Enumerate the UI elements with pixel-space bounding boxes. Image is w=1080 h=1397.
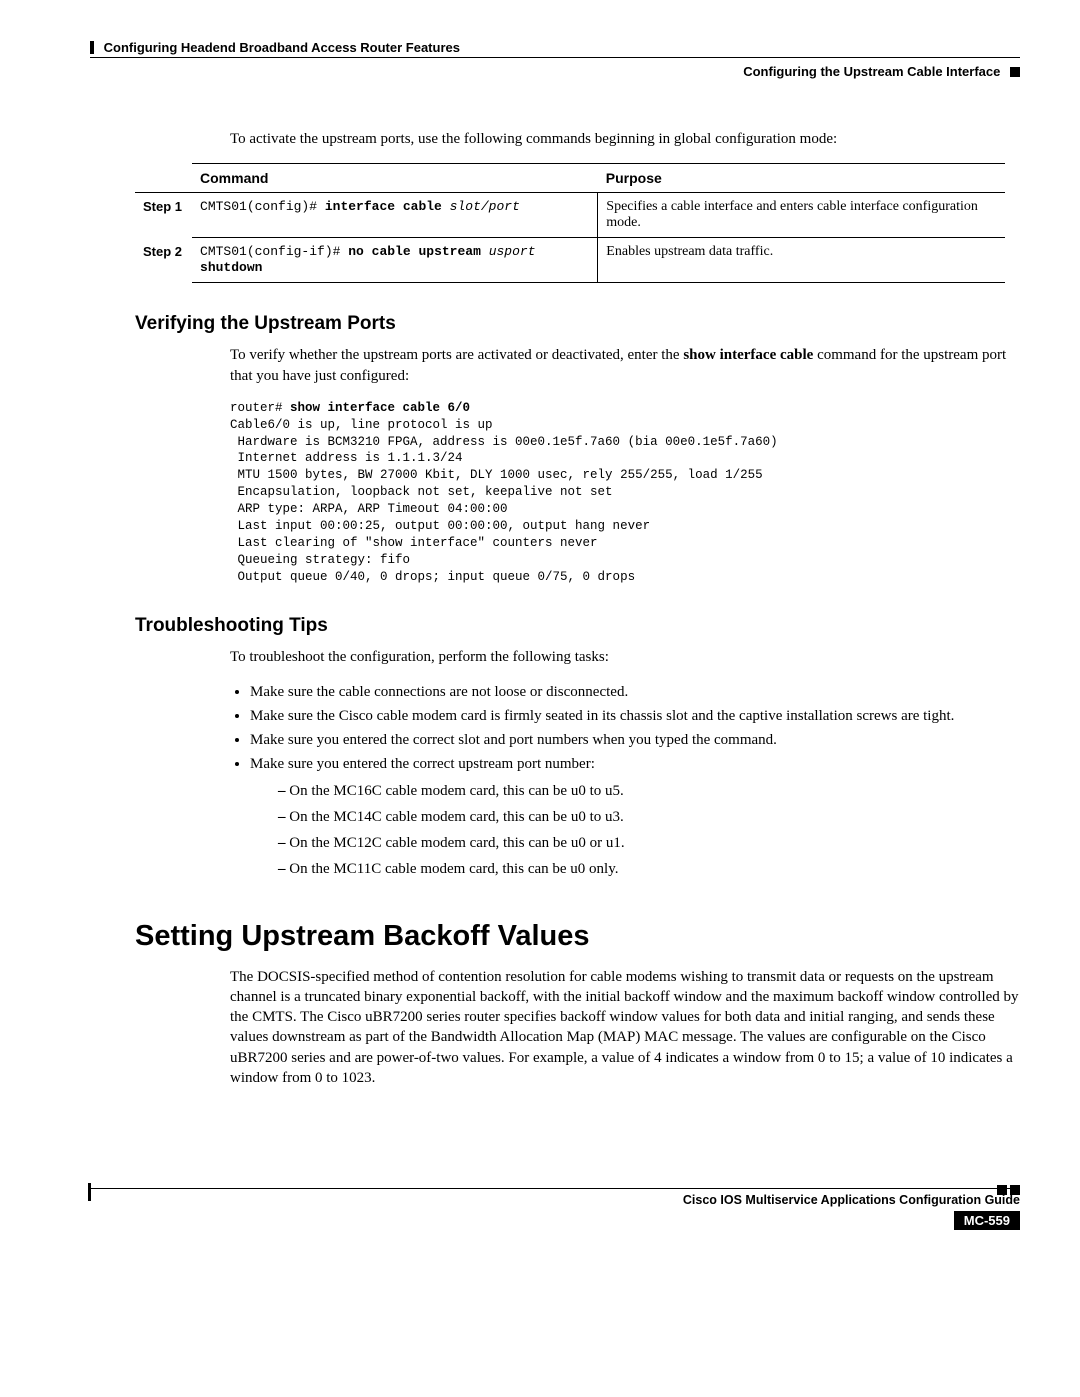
list-item: On the MC16C cable modem card, this can … [278, 781, 1020, 801]
section-troubleshooting: Troubleshooting Tips [135, 615, 1020, 637]
trouble-list: Make sure the cable connections are not … [250, 682, 1020, 880]
sub-list: On the MC16C cable modem card, this can … [278, 781, 1020, 880]
verify-text: To verify whether the upstream ports are… [230, 345, 1020, 386]
table-row: Step 1 CMTS01(config)# interface cable s… [135, 193, 1005, 238]
step-label: Step 2 [135, 238, 192, 283]
table-row: Step 2 CMTS01(config-if)# no cable upstr… [135, 238, 1005, 283]
header-bar: Configuring Headend Broadband Access Rou… [90, 40, 1020, 58]
page-number: MC-559 [954, 1211, 1020, 1230]
step-label: Step 1 [135, 193, 192, 238]
col-purpose: Purpose [598, 164, 1005, 193]
backoff-text: The DOCSIS-specified method of contentio… [230, 967, 1020, 1089]
list-item: On the MC11C cable modem card, this can … [278, 859, 1020, 879]
command-table: Command Purpose Step 1 CMTS01(config)# i… [135, 163, 1005, 283]
cmd-prompt: CMTS01(config-if)# [200, 244, 348, 259]
square-icon [1010, 1185, 1020, 1195]
cmd-cell: CMTS01(config)# interface cable slot/por… [192, 193, 598, 238]
list-item: On the MC12C cable modem card, this can … [278, 833, 1020, 853]
cmd-bold: shutdown [200, 260, 262, 275]
col-command: Command [192, 164, 598, 193]
cmd-bold: no cable upstream [348, 244, 488, 259]
list-item: On the MC14C cable modem card, this can … [278, 807, 1020, 827]
intro-text: To activate the upstream ports, use the … [230, 129, 1020, 149]
section-verifying: Verifying the Upstream Ports [135, 313, 1020, 335]
cmd-bold: interface cable [325, 199, 450, 214]
list-item: Make sure the cable connections are not … [250, 682, 1020, 702]
list-item: Make sure the Cisco cable modem card is … [250, 706, 1020, 726]
header-sub: Configuring the Upstream Cable Interface [90, 64, 1020, 79]
footer: Cisco IOS Multiservice Applications Conf… [90, 1188, 1020, 1230]
list-item: Make sure you entered the correct upstre… [250, 754, 1020, 879]
cmd-prompt: CMTS01(config)# [200, 199, 325, 214]
cmd-arg: slot/port [450, 199, 520, 214]
cli-output: router# show interface cable 6/0 Cable6/… [230, 400, 1020, 586]
section-title: Configuring the Upstream Cable Interface [743, 64, 1000, 79]
section-backoff: Setting Upstream Backoff Values [135, 920, 1020, 953]
cmd-cell: CMTS01(config-if)# no cable upstream usp… [192, 238, 598, 283]
purpose-cell: Enables upstream data traffic. [598, 238, 1005, 283]
square-icon [1010, 67, 1020, 77]
footer-guide: Cisco IOS Multiservice Applications Conf… [90, 1193, 1020, 1207]
square-icon [997, 1185, 1007, 1195]
footer-rule-icon [88, 1183, 91, 1201]
purpose-cell: Specifies a cable interface and enters c… [598, 193, 1005, 238]
trouble-text: To troubleshoot the configuration, perfo… [230, 647, 1020, 667]
list-item: Make sure you entered the correct slot a… [250, 730, 1020, 750]
chapter-title: Configuring Headend Broadband Access Rou… [104, 40, 460, 55]
cmd-arg: usport [489, 244, 536, 259]
header-rule-icon [90, 41, 94, 54]
footer-squares [994, 1182, 1020, 1199]
